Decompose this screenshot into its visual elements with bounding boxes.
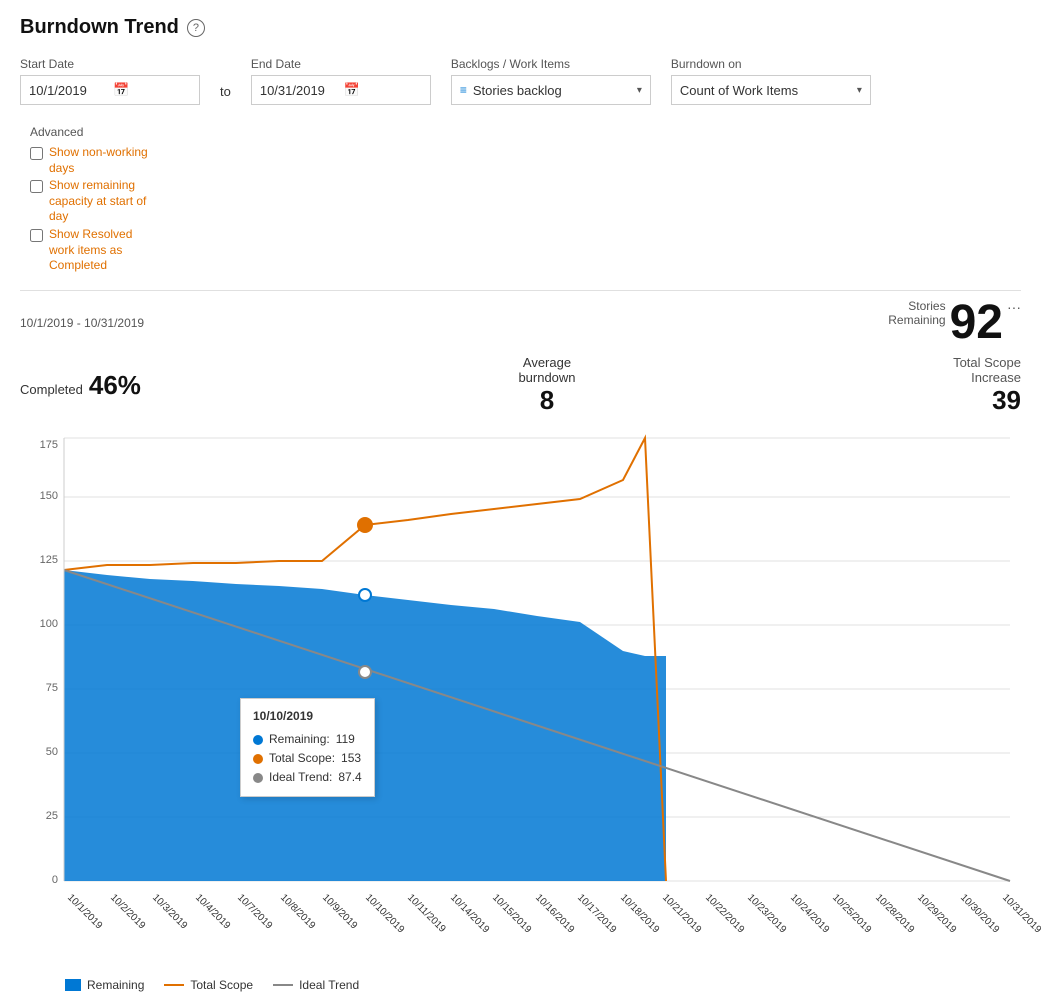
total-scope-label: Total ScopeIncrease <box>953 355 1021 385</box>
checkbox-resolved-input[interactable] <box>30 229 43 242</box>
backlog-label: Backlogs / Work Items <box>451 57 651 71</box>
backlog-value: Stories backlog <box>473 83 631 98</box>
backlog-dropdown[interactable]: ≡ Stories backlog ▾ <box>451 75 651 105</box>
svg-text:50: 50 <box>46 746 58 758</box>
backlog-chevron-icon: ▾ <box>637 85 642 96</box>
legend-idealtrend: Ideal Trend <box>273 978 359 992</box>
page-title: Burndown Trend <box>20 16 179 39</box>
avg-burndown-value: 8 <box>540 385 554 416</box>
help-icon[interactable]: ? <box>187 19 205 37</box>
end-date-label: End Date <box>251 57 431 71</box>
chart-container: 0 25 50 75 100 125 150 175 <box>20 428 1021 898</box>
stats-bar: 10/1/2019 - 10/31/2019 StoriesRemaining … <box>20 290 1021 351</box>
completed-value: 46% <box>89 370 141 401</box>
start-date-input[interactable]: 10/1/2019 📅 <box>20 75 200 105</box>
stories-remaining-value: 92 <box>950 299 1003 347</box>
burndown-group: Burndown on Count of Work Items ▾ <box>671 57 871 105</box>
backlog-icon: ≡ <box>460 83 467 97</box>
calendar-icon-end: 📅 <box>344 82 422 98</box>
more-options-icon[interactable]: ··· <box>1007 299 1021 315</box>
remaining-dot <box>359 589 371 601</box>
legend-remaining: Remaining <box>65 978 144 992</box>
totalscope-dot <box>358 518 372 532</box>
legend-idealtrend-label: Ideal Trend <box>299 978 359 992</box>
completed-label: Completed <box>20 382 83 397</box>
end-date-input[interactable]: 10/31/2019 📅 <box>251 75 431 105</box>
checkbox-resolved-label: Show Resolved work items as Completed <box>49 227 159 274</box>
legend-remaining-swatch <box>65 979 81 991</box>
svg-text:0: 0 <box>52 874 58 886</box>
stories-remaining-label: StoriesRemaining <box>888 299 945 327</box>
avg-burndown-metric: Averageburndown 8 <box>518 355 575 416</box>
x-axis-labels: 10/1/2019 10/2/2019 10/3/2019 10/4/2019 … <box>20 900 1021 970</box>
burndown-chevron-icon: ▾ <box>857 85 862 96</box>
start-date-group: Start Date 10/1/2019 📅 <box>20 57 200 105</box>
svg-text:125: 125 <box>40 554 58 566</box>
checkbox-resolved: Show Resolved work items as Completed <box>30 227 159 274</box>
burndown-label: Burndown on <box>671 57 871 71</box>
start-date-label: Start Date <box>20 57 200 71</box>
advanced-group: Advanced Show non-working days Show rema… <box>30 125 159 274</box>
advanced-label: Advanced <box>30 125 159 139</box>
chart-legend: Remaining Total Scope Ideal Trend <box>20 978 1021 992</box>
total-scope-value: 39 <box>992 385 1021 416</box>
to-separator: to <box>220 84 231 99</box>
chart-svg: 0 25 50 75 100 125 150 175 <box>20 428 1021 898</box>
idealtrend-dot <box>359 666 371 678</box>
legend-idealtrend-swatch <box>273 984 293 986</box>
checkbox-nonworking-input[interactable] <box>30 147 43 160</box>
legend-remaining-label: Remaining <box>87 978 144 992</box>
end-date-value: 10/31/2019 <box>260 83 338 98</box>
svg-text:175: 175 <box>40 439 58 451</box>
end-date-group: End Date 10/31/2019 📅 <box>251 57 431 105</box>
legend-totalscope-swatch <box>164 984 184 986</box>
burndown-dropdown[interactable]: Count of Work Items ▾ <box>671 75 871 105</box>
metrics-row: Completed 46% Averageburndown 8 Total Sc… <box>20 351 1021 428</box>
checkbox-nonworking: Show non-working days <box>30 145 159 176</box>
checkbox-capacity: Show remaining capacity at start of day <box>30 178 159 225</box>
backlog-group: Backlogs / Work Items ≡ Stories backlog … <box>451 57 651 105</box>
completed-metric: Completed 46% <box>20 370 141 401</box>
svg-text:75: 75 <box>46 682 58 694</box>
stories-remaining-group: StoriesRemaining 92 ··· <box>888 299 1021 347</box>
legend-totalscope: Total Scope <box>164 978 253 992</box>
date-range-label: 10/1/2019 - 10/31/2019 <box>20 316 144 330</box>
checkbox-nonworking-label: Show non-working days <box>49 145 159 176</box>
start-date-value: 10/1/2019 <box>29 83 107 98</box>
checkbox-capacity-label: Show remaining capacity at start of day <box>49 178 159 225</box>
legend-totalscope-label: Total Scope <box>190 978 253 992</box>
svg-text:25: 25 <box>46 810 58 822</box>
svg-text:150: 150 <box>40 490 58 502</box>
avg-burndown-label: Averageburndown <box>518 355 575 385</box>
total-scope-metric: Total ScopeIncrease 39 <box>953 355 1021 416</box>
burndown-value: Count of Work Items <box>680 83 851 98</box>
checkbox-capacity-input[interactable] <box>30 180 43 193</box>
calendar-icon-start: 📅 <box>113 82 191 98</box>
remaining-area <box>64 570 666 881</box>
svg-text:100: 100 <box>40 618 58 630</box>
